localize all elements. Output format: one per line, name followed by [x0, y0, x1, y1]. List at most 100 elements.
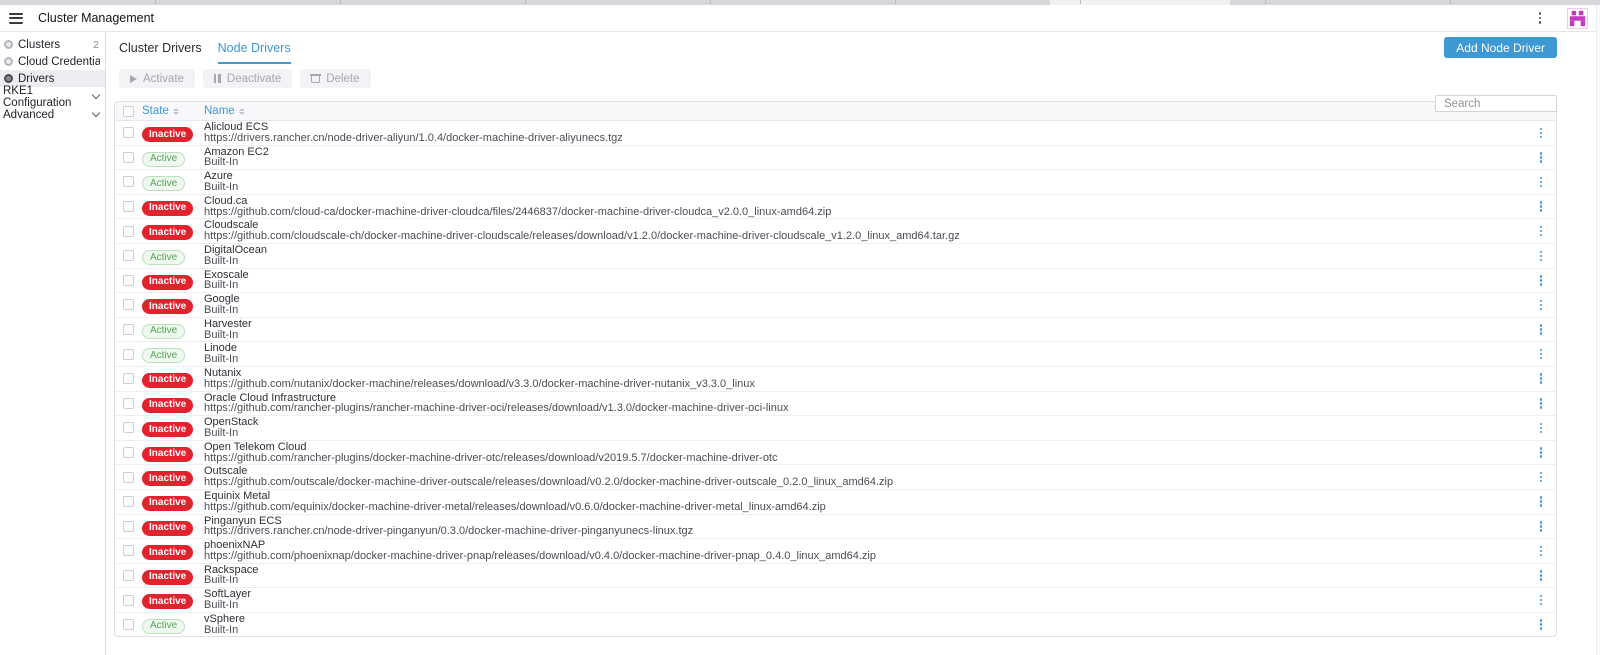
row-checkbox[interactable] [123, 496, 134, 507]
column-header-name[interactable]: Name [204, 105, 1526, 117]
header-kebab-icon[interactable] [1533, 9, 1548, 27]
sidebar-item-clusters[interactable]: Clusters 2 [0, 36, 105, 53]
row-actions-kebab-icon[interactable] [1536, 421, 1547, 436]
row-actions-kebab-icon[interactable] [1536, 519, 1547, 534]
identicon-icon [1568, 9, 1587, 28]
tab-node-drivers[interactable]: Node Drivers [218, 41, 291, 64]
driver-detail: Built-In [204, 256, 1526, 267]
row-actions-kebab-icon[interactable] [1536, 470, 1547, 485]
table-row[interactable]: Active vSphere Built-In [115, 612, 1556, 637]
table-row[interactable]: Inactive Exoscale Built-In [115, 268, 1556, 293]
table-row[interactable]: Inactive Outscale https://github.com/out… [115, 464, 1556, 489]
table-row[interactable]: Inactive Open Telekom Cloud https://gith… [115, 440, 1556, 465]
table-row[interactable]: Inactive Equinix Metal https://github.co… [115, 489, 1556, 514]
table-row[interactable]: Inactive Pinganyun ECS https://drivers.r… [115, 514, 1556, 539]
table-row[interactable]: Active Linode Built-In [115, 341, 1556, 366]
row-checkbox[interactable] [123, 201, 134, 212]
row-actions-kebab-icon[interactable] [1536, 224, 1547, 239]
row-actions-kebab-icon[interactable] [1536, 347, 1547, 362]
status-badge: Inactive [142, 225, 193, 240]
table-row[interactable]: Inactive Nutanix https://github.com/nuta… [115, 366, 1556, 391]
row-actions-kebab-icon[interactable] [1536, 249, 1547, 264]
search-input[interactable] [1435, 95, 1557, 112]
delete-button[interactable]: Delete [300, 69, 370, 88]
status-badge: Inactive [142, 422, 193, 437]
row-checkbox[interactable] [123, 545, 134, 556]
select-all-checkbox[interactable] [123, 106, 134, 117]
row-actions-kebab-icon[interactable] [1536, 593, 1547, 608]
row-checkbox[interactable] [123, 422, 134, 433]
table-row[interactable]: Inactive Alicloud ECS https://drivers.ra… [115, 121, 1556, 145]
row-checkbox[interactable] [123, 373, 134, 384]
browser-tabstrip [0, 0, 1600, 5]
app-header: Cluster Management [0, 5, 1600, 32]
row-actions-kebab-icon[interactable] [1536, 150, 1547, 165]
row-actions-kebab-icon[interactable] [1536, 617, 1547, 632]
user-avatar[interactable] [1567, 8, 1588, 29]
row-actions-kebab-icon[interactable] [1536, 298, 1547, 313]
sidebar-item-advanced[interactable]: Advanced [0, 106, 105, 123]
row-actions-kebab-icon[interactable] [1536, 175, 1547, 190]
activate-button[interactable]: Activate [119, 69, 195, 88]
row-checkbox[interactable] [123, 226, 134, 237]
clusters-count: 2 [93, 39, 100, 51]
table-row[interactable]: Inactive phoenixNAP https://github.com/p… [115, 538, 1556, 563]
drivers-icon [4, 74, 13, 83]
table-row[interactable]: Active Harvester Built-In [115, 317, 1556, 342]
driver-detail: Built-In [204, 157, 1526, 168]
add-node-driver-button[interactable]: Add Node Driver [1444, 37, 1557, 58]
row-actions-kebab-icon[interactable] [1536, 273, 1547, 288]
row-checkbox[interactable] [123, 176, 134, 187]
column-header-state[interactable]: State [142, 105, 204, 117]
table-row[interactable]: Active Amazon EC2 Built-In [115, 145, 1556, 170]
row-checkbox[interactable] [123, 521, 134, 532]
driver-detail: https://github.com/rancher-plugins/docke… [204, 453, 1526, 464]
row-actions-kebab-icon[interactable] [1536, 494, 1547, 509]
driver-detail: https://github.com/phoenixnap/docker-mac… [204, 551, 1526, 562]
driver-detail: Built-In [204, 280, 1526, 291]
deactivate-button[interactable]: Deactivate [203, 69, 292, 88]
status-badge: Active [142, 152, 185, 167]
driver-name: Harvester [204, 319, 1526, 330]
row-checkbox[interactable] [123, 472, 134, 483]
row-checkbox[interactable] [123, 619, 134, 630]
table-row[interactable]: Inactive Google Built-In [115, 292, 1556, 317]
table-row[interactable]: Inactive Oracle Cloud Infrastructure htt… [115, 391, 1556, 416]
sort-icon [239, 108, 245, 115]
row-checkbox[interactable] [123, 570, 134, 581]
table-row[interactable]: Inactive Cloud.ca https://github.com/clo… [115, 194, 1556, 219]
row-actions-kebab-icon[interactable] [1536, 568, 1547, 583]
driver-detail: Built-In [204, 625, 1526, 636]
row-checkbox[interactable] [123, 250, 134, 261]
table-row[interactable]: Active Azure Built-In [115, 169, 1556, 194]
row-checkbox[interactable] [123, 447, 134, 458]
row-checkbox[interactable] [123, 398, 134, 409]
table-row[interactable]: Inactive Cloudscale https://github.com/c… [115, 218, 1556, 243]
table-body: Inactive Alicloud ECS https://drivers.ra… [115, 121, 1556, 636]
row-actions-kebab-icon[interactable] [1536, 371, 1547, 386]
sidebar-item-cloud-credentials[interactable]: Cloud Credentials [0, 53, 105, 70]
table-row[interactable]: Inactive OpenStack Built-In [115, 415, 1556, 440]
row-actions-kebab-icon[interactable] [1536, 396, 1547, 411]
tab-cluster-drivers[interactable]: Cluster Drivers [119, 41, 202, 64]
driver-detail: Built-In [204, 428, 1526, 439]
row-checkbox[interactable] [123, 299, 134, 310]
sidebar-item-rke1-configuration[interactable]: RKE1 Configuration [0, 88, 105, 105]
row-checkbox[interactable] [123, 127, 134, 138]
row-checkbox[interactable] [123, 324, 134, 335]
row-checkbox[interactable] [123, 595, 134, 606]
table-row[interactable]: Active DigitalOcean Built-In [115, 243, 1556, 268]
row-actions-kebab-icon[interactable] [1536, 445, 1547, 460]
table-row[interactable]: Inactive Rackspace Built-In [115, 563, 1556, 588]
table-row[interactable]: Inactive SoftLayer Built-In [115, 587, 1556, 612]
menu-icon[interactable] [9, 13, 23, 24]
row-actions-kebab-icon[interactable] [1536, 544, 1547, 559]
row-checkbox[interactable] [123, 275, 134, 286]
row-checkbox[interactable] [123, 349, 134, 360]
row-actions-kebab-icon[interactable] [1536, 322, 1547, 337]
row-checkbox[interactable] [123, 152, 134, 163]
row-actions-kebab-icon[interactable] [1536, 199, 1547, 214]
row-actions-kebab-icon[interactable] [1536, 126, 1547, 141]
scrollbar-track[interactable] [1596, 5, 1600, 655]
sidebar: Clusters 2 Cloud Credentials Drivers RKE… [0, 32, 106, 655]
